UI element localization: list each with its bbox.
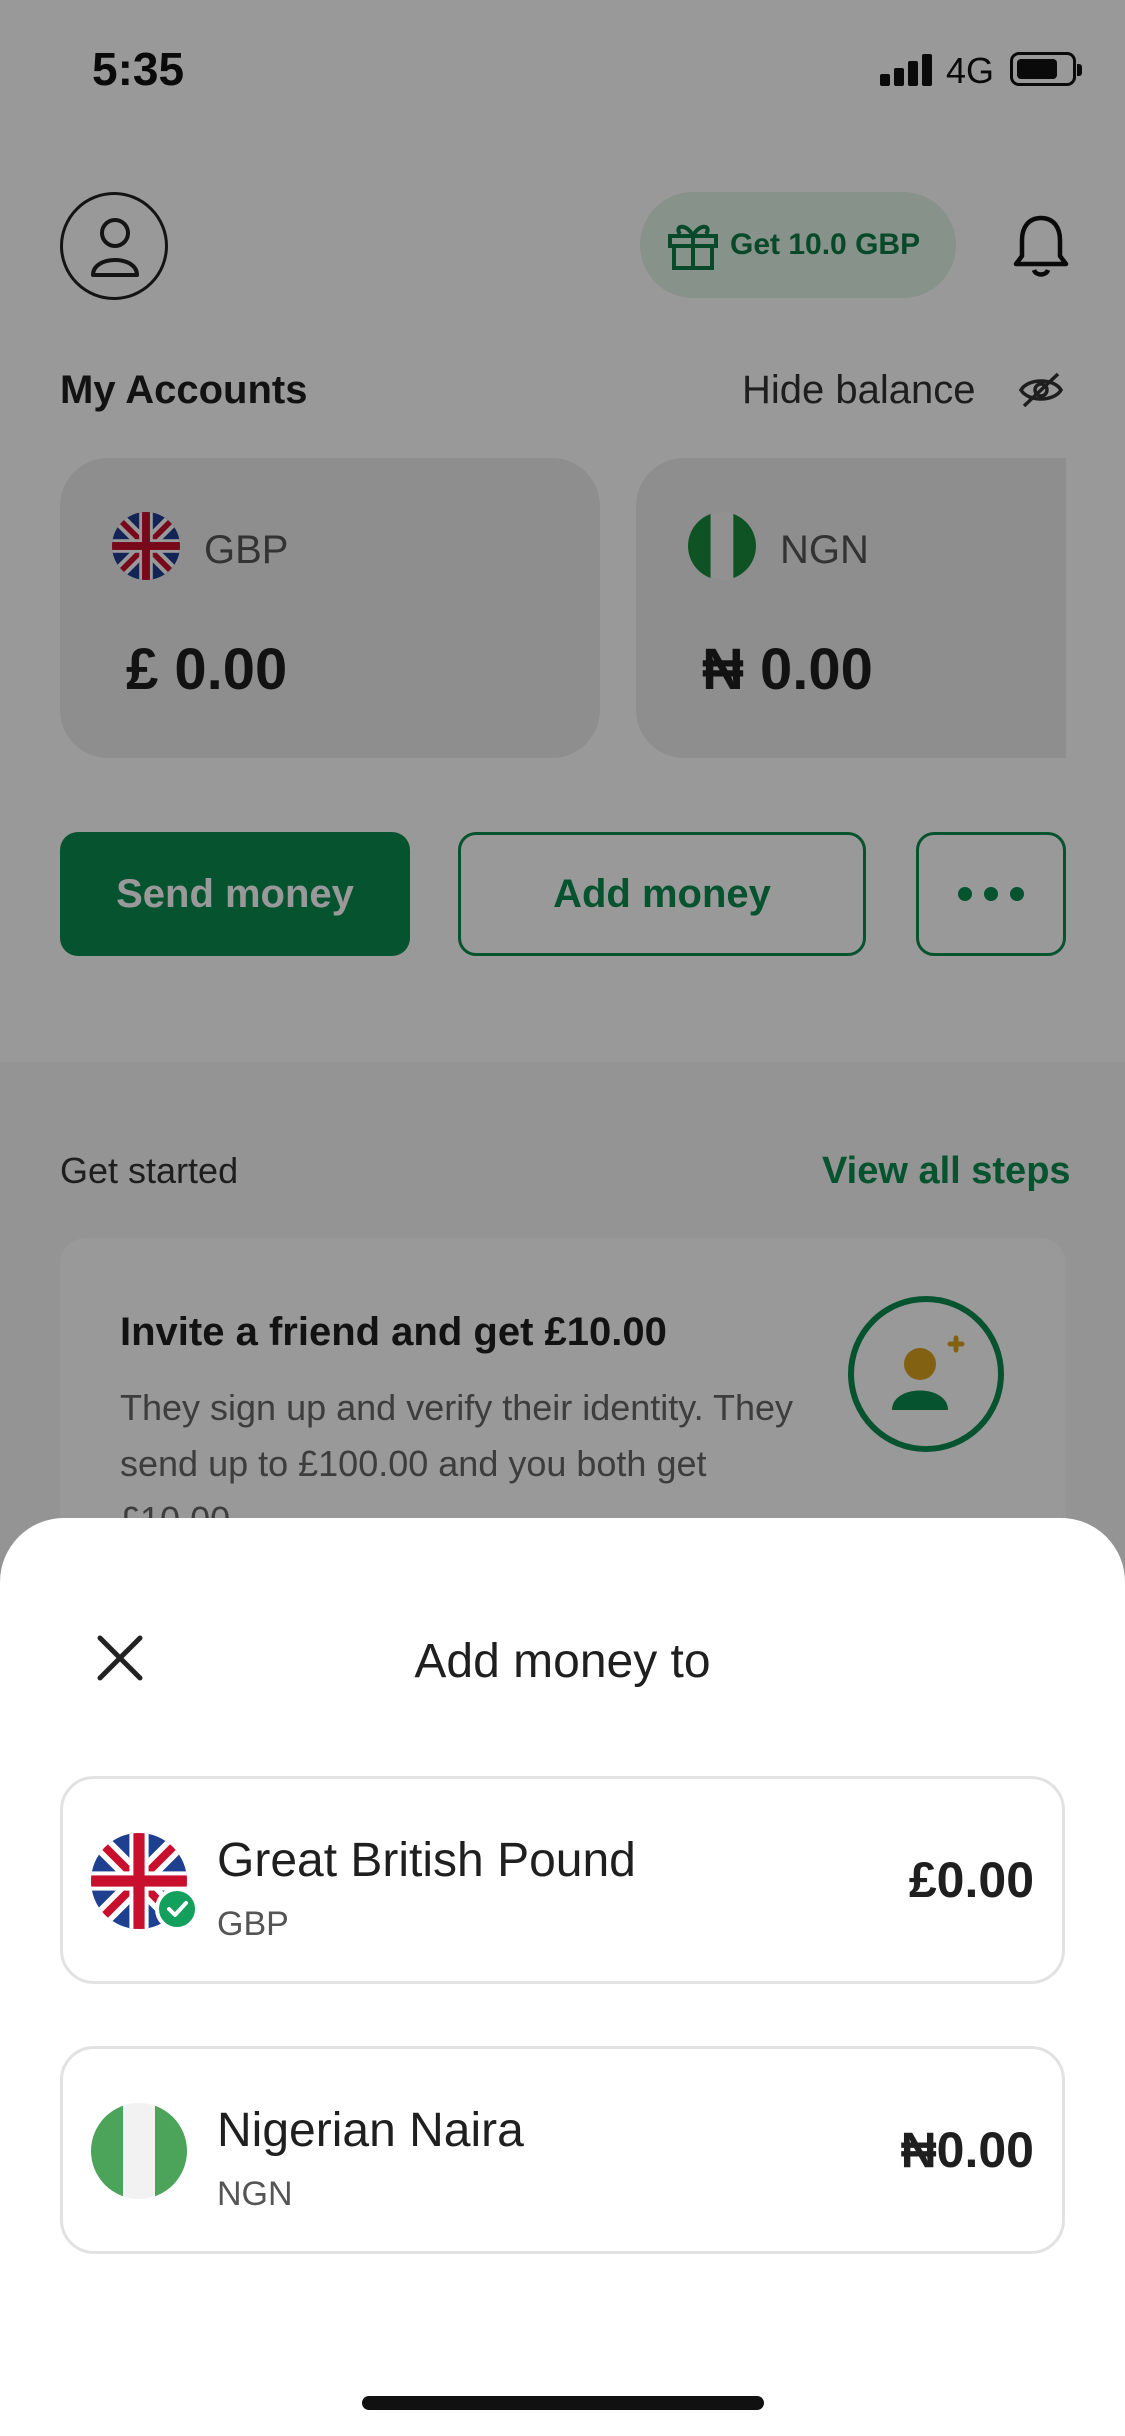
home-indicator[interactable] <box>362 2396 764 2410</box>
currency-option-ngn[interactable]: Nigerian Naira NGN ₦0.00 <box>60 2046 1065 2254</box>
sheet-title: Add money to <box>414 1635 711 1688</box>
selected-check-icon <box>155 1887 199 1931</box>
nigeria-flag-icon <box>91 2103 187 2199</box>
currency-name: Nigerian Naira <box>217 2104 524 2157</box>
currency-amount: £0.00 <box>908 1852 1034 1908</box>
currency-name: Great British Pound <box>217 1834 636 1887</box>
currency-code: NGN <box>217 2175 293 2213</box>
currency-amount: ₦0.00 <box>900 2122 1034 2178</box>
currency-code: GBP <box>217 1905 289 1943</box>
currency-option-gbp[interactable]: Great British Pound GBP £0.00 <box>60 1776 1065 1984</box>
